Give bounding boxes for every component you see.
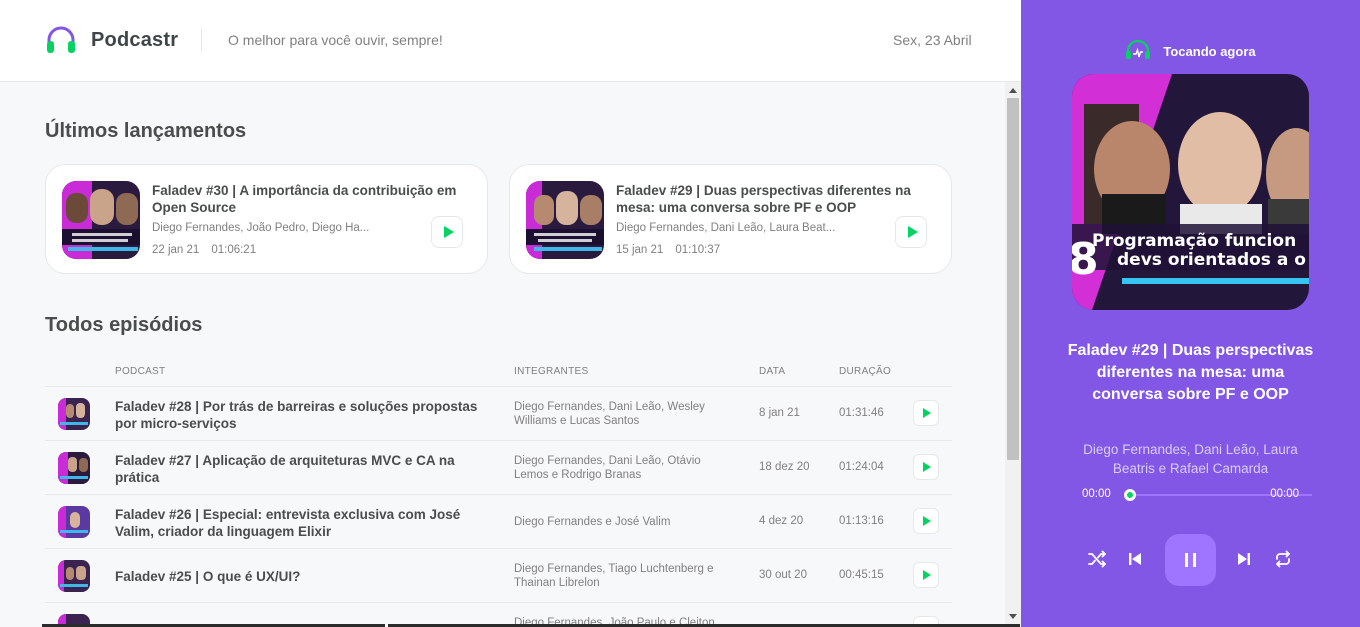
previous-button[interactable] <box>1125 550 1145 570</box>
brand-name: Podcastr <box>91 28 179 51</box>
episodes-content: Últimos lançamentos Faladev #30 | A impo… <box>0 82 1005 627</box>
shuffle-button[interactable] <box>1087 550 1107 570</box>
episodes-table: Podcast Integrantes Data Duração Faladev… <box>45 357 952 627</box>
episode-date: 4 dez 20 <box>759 515 804 527</box>
play-button[interactable] <box>913 562 939 588</box>
scrollbar-thumb[interactable] <box>1007 98 1019 460</box>
table-header: Podcast Integrantes Data Duração <box>45 357 952 387</box>
total-time: 00:00 <box>1270 488 1299 500</box>
column-header-podcast: Podcast <box>115 366 166 377</box>
episode-duration: 01:31:46 <box>839 407 884 419</box>
header-divider <box>201 28 202 52</box>
episode-members: Diego Fernandes, João Pedro, Diego Ha... <box>152 222 370 234</box>
latest-episode-card[interactable]: Faladev #29 | Duas perspectivas diferent… <box>509 164 952 274</box>
table-row: Faladev #28 | Por trás de barreiras e so… <box>45 387 952 441</box>
progress-bar: 00:00 00:00 <box>1082 488 1312 502</box>
play-icon <box>443 226 454 238</box>
next-button[interactable] <box>1234 550 1254 570</box>
episode-meta: 22 jan 21 01:06:21 <box>152 244 256 256</box>
episode-title[interactable]: Faladev #26 | Especial: entrevista exclu… <box>115 506 495 540</box>
play-button[interactable] <box>913 454 939 480</box>
pause-button[interactable] <box>1165 534 1216 586</box>
episode-date: 30 out 20 <box>759 569 807 581</box>
play-icon <box>907 226 918 238</box>
cover-episode-number: 8 <box>1072 234 1099 285</box>
table-row: Faladev #27 | Aplicação de arquiteturas … <box>45 441 952 495</box>
episode-members: Diego Fernandes, Dani Leão, Laura Beat..… <box>616 222 836 234</box>
table-row: Faladev #26 | Especial: entrevista exclu… <box>45 495 952 549</box>
episode-thumbnail <box>526 181 604 259</box>
logo[interactable]: Podcastr <box>45 24 178 56</box>
episode-cover: Programação funcion devs orientados a o … <box>1072 74 1309 310</box>
latest-episode-card[interactable]: Faladev #30 | A importância da contribui… <box>45 164 488 274</box>
episode-title[interactable]: Faladev #27 | Aplicação de arquiteturas … <box>115 452 495 486</box>
scroll-up-arrow-icon[interactable] <box>1009 88 1017 93</box>
episode-date: 18 dez 20 <box>759 461 810 473</box>
episode-date: 15 jan 21 <box>616 244 664 256</box>
player-episode-members: Diego Fernandes, Dani Leão, Laura Beatri… <box>1083 442 1298 476</box>
repeat-icon <box>1274 550 1292 571</box>
episode-duration: 01:10:37 <box>675 244 721 256</box>
main-area: Podcastr O melhor para você ouvir, sempr… <box>0 0 1021 627</box>
play-button[interactable] <box>913 508 939 534</box>
cover-text-line1: Programação funcion <box>1092 231 1296 251</box>
skip-previous-icon <box>1127 551 1143 570</box>
elapsed-time: 00:00 <box>1082 488 1111 500</box>
scroll-down-arrow-icon[interactable] <box>1009 614 1017 619</box>
episode-title[interactable]: Faladev #25 | O que é UX/UI? <box>115 568 495 585</box>
episode-duration: 01:24:04 <box>839 461 884 473</box>
play-button[interactable] <box>913 400 939 426</box>
player-controls <box>1021 534 1360 586</box>
episode-thumbnail <box>58 560 90 592</box>
now-playing-label: Tocando agora <box>1163 44 1256 59</box>
episode-thumbnail <box>58 452 90 484</box>
repeat-button[interactable] <box>1273 550 1293 570</box>
episode-duration: 01:06:21 <box>211 244 257 256</box>
column-header-date: Data <box>759 366 786 377</box>
current-date: Sex, 23 Abril <box>893 32 972 48</box>
player-episode-title: Faladev #29 | Duas perspectivas diferent… <box>1067 342 1314 403</box>
episode-duration: 00:45:15 <box>839 569 884 581</box>
episode-thumbnail <box>62 181 140 259</box>
all-episodes-title: Todos episódios <box>45 314 203 336</box>
episode-duration: 01:13:16 <box>839 515 884 527</box>
column-header-members: Integrantes <box>514 366 589 377</box>
play-button[interactable] <box>895 216 927 248</box>
episode-members: Diego Fernandes e José Valim <box>514 516 671 528</box>
episode-meta: 15 jan 21 01:10:37 <box>616 244 720 256</box>
play-icon <box>923 408 931 418</box>
play-button[interactable] <box>431 216 463 248</box>
episode-members: Diego Fernandes, Tiago Luchtenberg e Tha… <box>514 563 714 589</box>
latest-episodes-title: Últimos lançamentos <box>45 120 247 142</box>
play-icon <box>923 516 931 526</box>
playing-icon <box>1125 39 1151 63</box>
tagline: O melhor para você ouvir, sempre! <box>228 32 443 48</box>
scrollbar[interactable] <box>1005 82 1021 627</box>
episode-title[interactable]: Faladev #29 | Duas perspectivas diferent… <box>616 182 926 216</box>
pause-icon <box>1183 553 1199 567</box>
skip-next-icon <box>1236 551 1252 570</box>
episode-title[interactable]: Faladev #30 | A importância da contribui… <box>152 182 462 216</box>
episode-members: Diego Fernandes, Dani Leão, Otávio Lemos… <box>514 455 701 481</box>
headphones-icon <box>45 24 77 56</box>
play-icon <box>923 570 931 580</box>
column-header-duration: Duração <box>839 366 892 377</box>
now-playing-header: Tocando agora <box>1021 39 1360 63</box>
shuffle-icon <box>1088 550 1106 571</box>
progress-slider-handle[interactable] <box>1124 489 1136 501</box>
play-icon <box>923 462 931 472</box>
episode-thumbnail <box>58 398 90 430</box>
episode-title[interactable]: Faladev #28 | Por trás de barreiras e so… <box>115 398 495 432</box>
episode-members: Diego Fernandes, Dani Leão, Wesley Willi… <box>514 401 705 427</box>
table-row: Faladev #25 | O que é UX/UI? Diego Ferna… <box>45 549 952 603</box>
episode-thumbnail <box>58 506 90 538</box>
cover-text-line2: devs orientados a o <box>1117 250 1306 270</box>
episode-date: 8 jan 21 <box>759 407 800 419</box>
player-panel: Tocando agora Programação funcion devs o… <box>1021 0 1360 627</box>
episode-date: 22 jan 21 <box>152 244 200 256</box>
app-header: Podcastr O melhor para você ouvir, sempr… <box>0 0 1021 82</box>
